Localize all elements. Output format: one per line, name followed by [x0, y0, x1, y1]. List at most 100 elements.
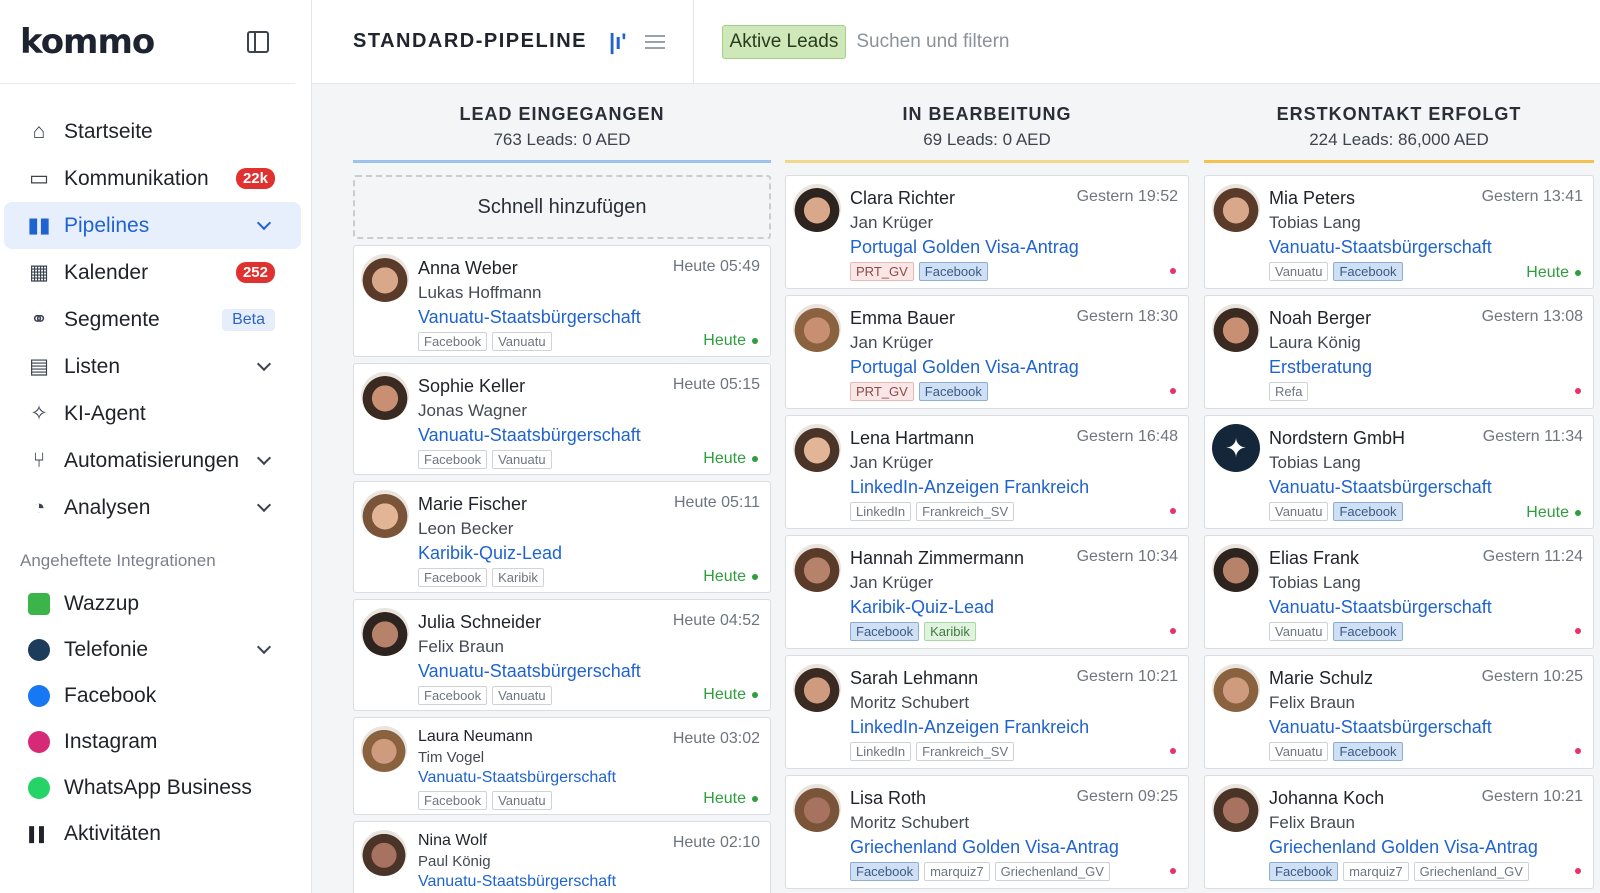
lead-tag[interactable]: Facebook	[918, 382, 988, 401]
sidebar-item-startseite[interactable]: ⌂ Startseite	[4, 108, 301, 155]
lead-tag[interactable]: Facebook	[850, 622, 920, 641]
integration-facebook[interactable]: Facebook	[4, 673, 301, 719]
deal-link[interactable]: Vanuatu-Staatsbürgerschaft	[1269, 597, 1492, 618]
lead-card[interactable]: Laura Neumann Heute 03:02 Tim Vogel Vanuatu…	[353, 717, 771, 815]
task-due-label[interactable]: Heute	[703, 450, 758, 468]
lead-name[interactable]: Hannah Zimmermann	[850, 548, 1024, 569]
lead-name[interactable]: Clara Richter	[850, 188, 955, 209]
deal-link[interactable]: Vanuatu-Staatsbürgerschaft	[418, 661, 641, 682]
kanban-view-icon[interactable]: |ı'	[609, 29, 627, 55]
lead-card[interactable]: Elias Frank Gestern 11:24 Tobias Lang Vanua…	[1204, 535, 1594, 649]
sidebar-item-kalender[interactable]: ▦ Kalender 252	[4, 249, 301, 296]
lead-card[interactable]: Sophie Keller Heute 05:15 Jonas Wagner Vanu…	[353, 363, 771, 475]
deal-link[interactable]: Karibik-Quiz-Lead	[418, 543, 562, 564]
sidebar-item-analysen[interactable]: ◔ Analysen	[4, 484, 301, 531]
lead-tag[interactable]: Facebook	[1333, 262, 1403, 281]
lead-name[interactable]: Sarah Lehmann	[850, 668, 978, 689]
quick-add-button[interactable]: Schnell hinzufügen	[353, 175, 771, 239]
lead-tag[interactable]: Facebook	[418, 450, 488, 469]
lead-tag[interactable]: marquiz7	[924, 862, 990, 881]
lead-tag[interactable]: Facebook	[850, 862, 920, 881]
lead-tag[interactable]: Facebook	[1333, 622, 1403, 641]
lead-card[interactable]: Anna Weber Heute 05:49 Lukas Hoffmann Vanua…	[353, 245, 771, 357]
lead-name[interactable]: Anna Weber	[418, 258, 518, 279]
list-view-icon[interactable]	[644, 34, 665, 49]
chevron-down-icon[interactable]	[256, 450, 272, 465]
lead-name[interactable]: Marie Schulz	[1269, 668, 1373, 689]
lead-tag[interactable]: Vanuatu	[492, 791, 552, 810]
lead-tag[interactable]: marquiz7	[1343, 862, 1409, 881]
lead-tag[interactable]: Facebook	[418, 791, 488, 810]
lead-tag[interactable]: LinkedIn	[850, 502, 912, 521]
task-due-label[interactable]: Heute	[1526, 264, 1581, 282]
sidebar-item-segmente[interactable]: ⚭ Segmente Beta	[4, 296, 301, 343]
deal-link[interactable]: Vanuatu-Staatsbürgerschaft	[1269, 717, 1492, 738]
deal-link[interactable]: LinkedIn-Anzeigen Frankreich	[850, 717, 1089, 738]
deal-link[interactable]: Portugal Golden Visa-Antrag	[850, 237, 1079, 258]
lead-tag[interactable]: Karibik	[492, 568, 544, 587]
sidebar-item-kommunikation[interactable]: ▭ Kommunikation 22k	[4, 155, 301, 202]
lead-card[interactable]: Nina Wolf Heute 02:10 Paul König Vanuatu-St…	[353, 821, 771, 893]
lead-tag[interactable]: Facebook	[1269, 862, 1339, 881]
deal-link[interactable]: Griechenland Golden Visa-Antrag	[850, 837, 1119, 858]
active-leads-filter[interactable]: Aktive Leads	[721, 24, 847, 59]
deal-link[interactable]: LinkedIn-Anzeigen Frankreich	[850, 477, 1089, 498]
integration-wazzup[interactable]: Wazzup	[4, 581, 301, 627]
lead-card[interactable]: Clara Richter Gestern 19:52 Jan Krüger Port…	[785, 175, 1189, 289]
task-due-label[interactable]: Heute	[703, 686, 758, 704]
sidebar-item-ki-agent[interactable]: ✧ KI-Agent	[4, 390, 301, 437]
lead-card[interactable]: Julia Schneider Heute 04:52 Felix Braun Van…	[353, 599, 771, 711]
lead-name[interactable]: Noah Berger	[1269, 308, 1371, 329]
lead-card[interactable]: Hannah Zimmermann Gestern 10:34 Jan Krüger…	[785, 535, 1189, 649]
lead-tag[interactable]: Griechenland_GV	[994, 862, 1110, 881]
lead-card[interactable]: Emma Bauer Gestern 18:30 Jan Krüger Portuga…	[785, 295, 1189, 409]
integration-telefonie[interactable]: Telefonie	[4, 627, 301, 673]
lead-tag[interactable]: Refa	[1269, 382, 1309, 401]
lead-card[interactable]: Mia Peters Gestern 13:41 Tobias Lang Vanuat…	[1204, 175, 1594, 289]
lead-name[interactable]: Lisa Roth	[850, 788, 926, 809]
lead-name[interactable]: Marie Fischer	[418, 494, 527, 515]
deal-link[interactable]: Vanuatu-Staatsbürgerschaft	[1269, 237, 1492, 258]
deal-link[interactable]: Vanuatu-Staatsbürgerschaft	[418, 425, 641, 446]
lead-card[interactable]: Noah Berger Gestern 13:08 Laura König Erstb…	[1204, 295, 1594, 409]
lead-tag[interactable]: Vanuatu	[1269, 502, 1329, 521]
lead-name[interactable]: Johanna Koch	[1269, 788, 1384, 809]
task-due-label[interactable]: Heute	[703, 790, 758, 808]
lead-name[interactable]: Lena Hartmann	[850, 428, 974, 449]
lead-name[interactable]: Nina Wolf	[418, 832, 487, 850]
deal-link[interactable]: Karibik-Quiz-Lead	[850, 597, 994, 618]
task-due-label[interactable]: Heute	[703, 332, 758, 350]
chevron-down-icon[interactable]	[256, 356, 272, 371]
lead-name[interactable]: Laura Neumann	[418, 728, 533, 746]
lead-tag[interactable]: Vanuatu	[1269, 262, 1329, 281]
integration-aktivitäten[interactable]: ▌▌ Aktivitäten	[4, 811, 301, 857]
deal-link[interactable]: Erstberatung	[1269, 357, 1372, 378]
kommo-logo[interactable]: kommo	[20, 22, 155, 62]
sidebar-item-listen[interactable]: ▤ Listen	[4, 343, 301, 390]
lead-tag[interactable]: Facebook	[418, 332, 488, 351]
deal-link[interactable]: Vanuatu-Staatsbürgerschaft	[418, 307, 641, 328]
lead-name[interactable]: Emma Bauer	[850, 308, 955, 329]
chevron-down-icon[interactable]	[256, 497, 272, 512]
lead-tag[interactable]: Facebook	[918, 262, 988, 281]
lead-tag[interactable]: Vanuatu	[1269, 622, 1329, 641]
lead-card[interactable]: Lisa Roth Gestern 09:25 Moritz Schubert Gri…	[785, 775, 1189, 889]
deal-link[interactable]: Vanuatu-Staatsbürgerschaft	[418, 873, 616, 891]
lead-tag[interactable]: Frankreich_SV	[916, 502, 1015, 521]
lead-tag[interactable]: Frankreich_SV	[916, 742, 1015, 761]
lead-tag[interactable]: Facebook	[418, 568, 488, 587]
lead-name[interactable]: Sophie Keller	[418, 376, 525, 397]
sidebar-toggle-icon[interactable]	[247, 30, 269, 53]
lead-card[interactable]: Sarah Lehmann Gestern 10:21 Moritz Schuber…	[785, 655, 1189, 769]
lead-tag[interactable]: Facebook	[1333, 502, 1403, 521]
lead-card[interactable]: Lena Hartmann Gestern 16:48 Jan Krüger Link…	[785, 415, 1189, 529]
lead-tag[interactable]: Vanuatu	[492, 686, 552, 705]
search-input[interactable]: Suchen und filtern	[856, 31, 1009, 53]
lead-name[interactable]: Nordstern GmbH	[1269, 428, 1405, 449]
chevron-down-icon[interactable]	[256, 215, 272, 230]
lead-tag[interactable]: Facebook	[418, 686, 488, 705]
pipeline-title[interactable]: STANDARD-PIPELINE	[353, 30, 587, 53]
sidebar-item-automatisierungen[interactable]: ⑂ Automatisierungen	[4, 437, 301, 484]
integration-whatsapp-business[interactable]: WhatsApp Business	[4, 765, 301, 811]
sidebar-item-pipelines[interactable]: ▮▮ Pipelines	[4, 202, 301, 249]
